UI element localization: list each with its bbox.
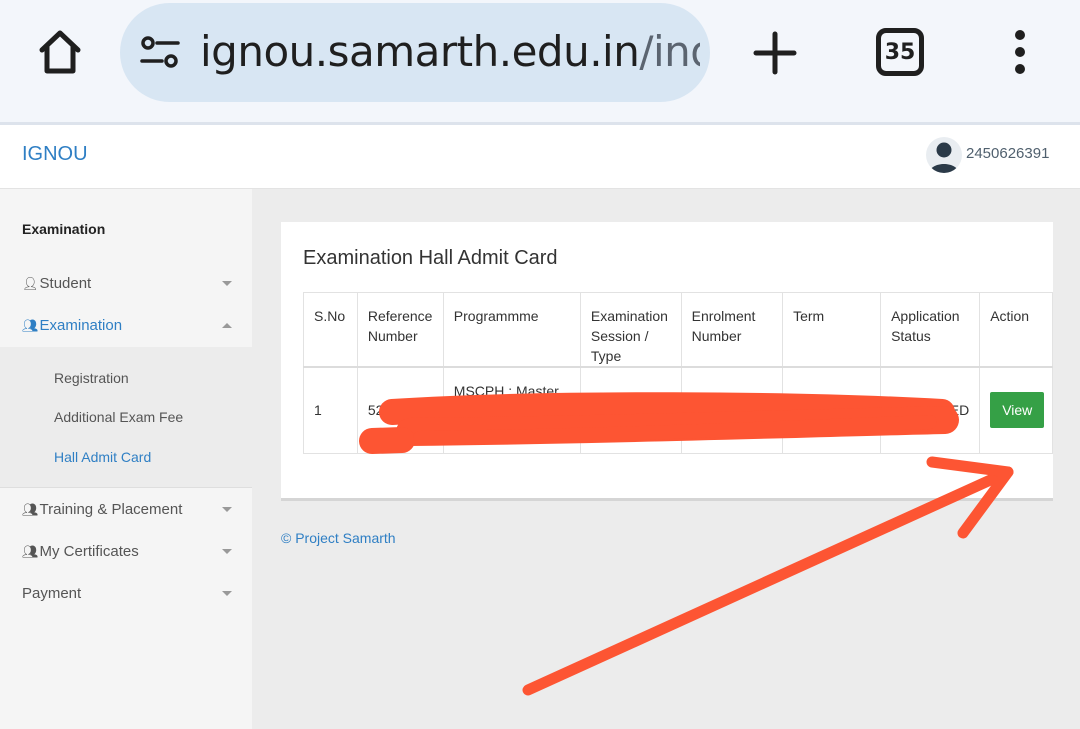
footer-link[interactable]: © Project Samarth bbox=[281, 530, 396, 546]
sidebar-item-my-certificates[interactable]: 👥︎ My Certificates bbox=[22, 543, 232, 560]
submenu-item-hall-admit-card[interactable]: Hall Admit Card bbox=[54, 449, 151, 465]
chevron-up-icon bbox=[222, 323, 232, 328]
home-icon[interactable] bbox=[34, 26, 86, 78]
chevron-down-icon bbox=[222, 281, 232, 286]
submenu-item-additional-exam-fee[interactable]: Additional Exam Fee bbox=[54, 409, 183, 425]
sidebar-item-label: Examination bbox=[39, 317, 123, 334]
cell-enrolment bbox=[680, 366, 784, 454]
tab-count: 35 bbox=[884, 39, 916, 65]
column-header-term: Term bbox=[782, 292, 882, 368]
column-header-session: Examination Session / Type bbox=[579, 292, 682, 368]
sidebar-heading: Examination bbox=[22, 221, 106, 237]
url-path: /index bbox=[639, 27, 700, 76]
column-header-status: Application Status bbox=[880, 292, 981, 368]
users-icon: 👥︎ bbox=[22, 501, 39, 517]
table-row: 1 52 MSCPH : Master SEMESTER ED View bbox=[303, 366, 1053, 454]
view-button[interactable]: View bbox=[990, 392, 1045, 429]
sidebar-item-label: Training & Placement bbox=[39, 501, 183, 518]
cell-programme: MSCPH : Master bbox=[442, 366, 581, 454]
more-menu-icon[interactable] bbox=[1008, 28, 1032, 76]
submenu-item-registration[interactable]: Registration bbox=[54, 370, 129, 386]
sidebar-item-label: My Certificates bbox=[39, 543, 139, 560]
cell-sno: 1 bbox=[303, 366, 358, 454]
site-settings-icon[interactable] bbox=[140, 36, 180, 68]
url-host: ignou.samarth.edu.in bbox=[200, 27, 640, 76]
user-icon: 👤︎ bbox=[22, 275, 39, 291]
user-avatar-icon bbox=[929, 142, 959, 173]
examination-submenu: Registration Additional Exam Fee Hall Ad… bbox=[0, 347, 252, 488]
new-tab-icon[interactable] bbox=[752, 30, 798, 76]
table-header-row: S.No Reference Number Programmme Examina… bbox=[303, 292, 1053, 368]
admit-card-panel: Examination Hall Admit Card S.No Referen… bbox=[281, 222, 1053, 501]
cell-action: View bbox=[979, 366, 1053, 454]
sidebar-item-label: Payment bbox=[22, 585, 82, 602]
app-header: IGNOU 2450626391 bbox=[0, 125, 1080, 189]
sidebar-item-training-placement[interactable]: 👥︎ Training & Placement bbox=[22, 501, 232, 518]
browser-toolbar: ignou.samarth.edu.in/index 35 bbox=[0, 0, 1080, 125]
sidebar-item-student[interactable]: 👤︎ Student bbox=[22, 275, 232, 292]
column-header-action: Action bbox=[979, 292, 1053, 368]
admit-card-table: S.No Reference Number Programmme Examina… bbox=[303, 292, 1053, 454]
cell-reference: 52 bbox=[356, 366, 444, 454]
column-header-programme: Programmme bbox=[442, 292, 581, 368]
brand-link[interactable]: IGNOU bbox=[22, 143, 88, 166]
sidebar-item-examination[interactable]: 👥︎ Examination bbox=[22, 317, 232, 334]
column-header-sno: S.No bbox=[303, 292, 358, 368]
column-header-reference: Reference Number bbox=[356, 292, 444, 368]
sidebar-item-label: Student bbox=[39, 275, 92, 292]
users-icon: 👥︎ bbox=[22, 543, 39, 559]
chevron-down-icon bbox=[222, 591, 232, 596]
url-text[interactable]: ignou.samarth.edu.in/index bbox=[200, 26, 700, 78]
avatar[interactable] bbox=[926, 137, 962, 173]
sidebar-item-payment[interactable]: Payment bbox=[22, 585, 232, 602]
users-icon: 👥︎ bbox=[22, 317, 39, 333]
page-title: Examination Hall Admit Card bbox=[303, 247, 558, 269]
sidebar: Examination 👤︎ Student 👥︎ Examination Re… bbox=[0, 189, 252, 729]
column-header-enrolment: Enrolment Number bbox=[680, 292, 784, 368]
cell-term: SEMESTER bbox=[782, 366, 882, 454]
chevron-down-icon bbox=[222, 507, 232, 512]
cell-session bbox=[579, 366, 682, 454]
user-id[interactable]: 2450626391 bbox=[966, 145, 1049, 162]
cell-status: ED bbox=[880, 366, 981, 454]
tab-switcher-button[interactable]: 35 bbox=[876, 28, 924, 76]
chevron-down-icon bbox=[222, 549, 232, 554]
